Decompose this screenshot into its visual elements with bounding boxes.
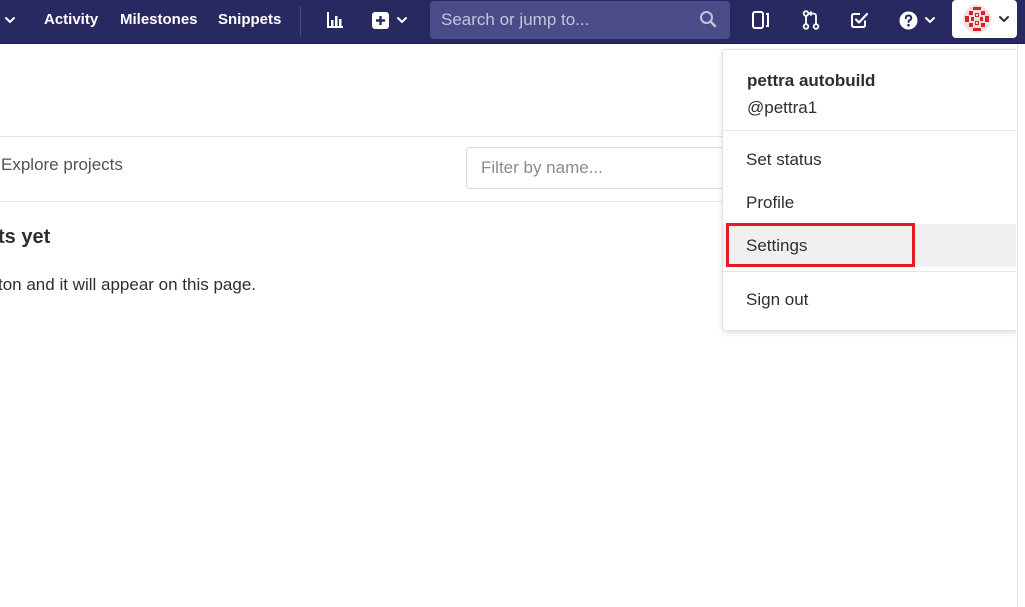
plus-square-icon[interactable] <box>372 8 389 32</box>
avatar <box>962 4 992 34</box>
nav-activity-link[interactable]: Activity <box>44 0 98 40</box>
user-menu-dropdown: pettra autobuild @pettra1 Set status Pro… <box>722 49 1020 331</box>
help-icon[interactable] <box>899 8 918 32</box>
scrollbar-track <box>1017 44 1018 607</box>
chart-icon[interactable] <box>326 8 344 32</box>
menu-item-settings[interactable]: Settings <box>723 224 1019 267</box>
merge-request-icon[interactable] <box>802 8 820 32</box>
tab-explore-projects[interactable]: Explore projects <box>1 155 123 175</box>
search-input[interactable] <box>441 1 691 39</box>
search-box <box>430 1 730 39</box>
nav-milestones-link[interactable]: Milestones <box>120 0 198 40</box>
user-full-name: pettra autobuild <box>747 71 876 90</box>
empty-state-text: ton and it will appear on this page. <box>0 275 257 294</box>
tabs-divider <box>0 201 722 202</box>
user-menu-toggle[interactable] <box>952 0 1017 38</box>
new-menu-chevron-down-icon[interactable] <box>395 8 409 32</box>
nav-divider <box>300 6 301 36</box>
todo-check-icon[interactable] <box>850 8 869 32</box>
menu-item-sign-out[interactable]: Sign out <box>723 278 1019 321</box>
chevron-down-icon[interactable] <box>2 12 18 28</box>
help-menu-chevron-down-icon[interactable] <box>923 8 937 32</box>
empty-state-title: ts yet <box>0 226 51 248</box>
chevron-down-icon[interactable] <box>997 12 1011 26</box>
menu-divider <box>723 130 1019 131</box>
filter-by-name-input[interactable] <box>466 147 756 189</box>
nav-snippets-link[interactable]: Snippets <box>218 0 281 40</box>
section-divider <box>0 136 722 137</box>
top-navbar: Activity Milestones Snippets <box>0 0 1025 44</box>
search-icon[interactable] <box>699 10 718 34</box>
user-handle: @pettra1 <box>747 98 818 117</box>
menu-divider <box>723 271 1019 272</box>
menu-item-set-status[interactable]: Set status <box>723 138 1019 181</box>
sidebar-toggle-icon[interactable] <box>752 8 770 32</box>
menu-item-profile[interactable]: Profile <box>723 181 1019 224</box>
